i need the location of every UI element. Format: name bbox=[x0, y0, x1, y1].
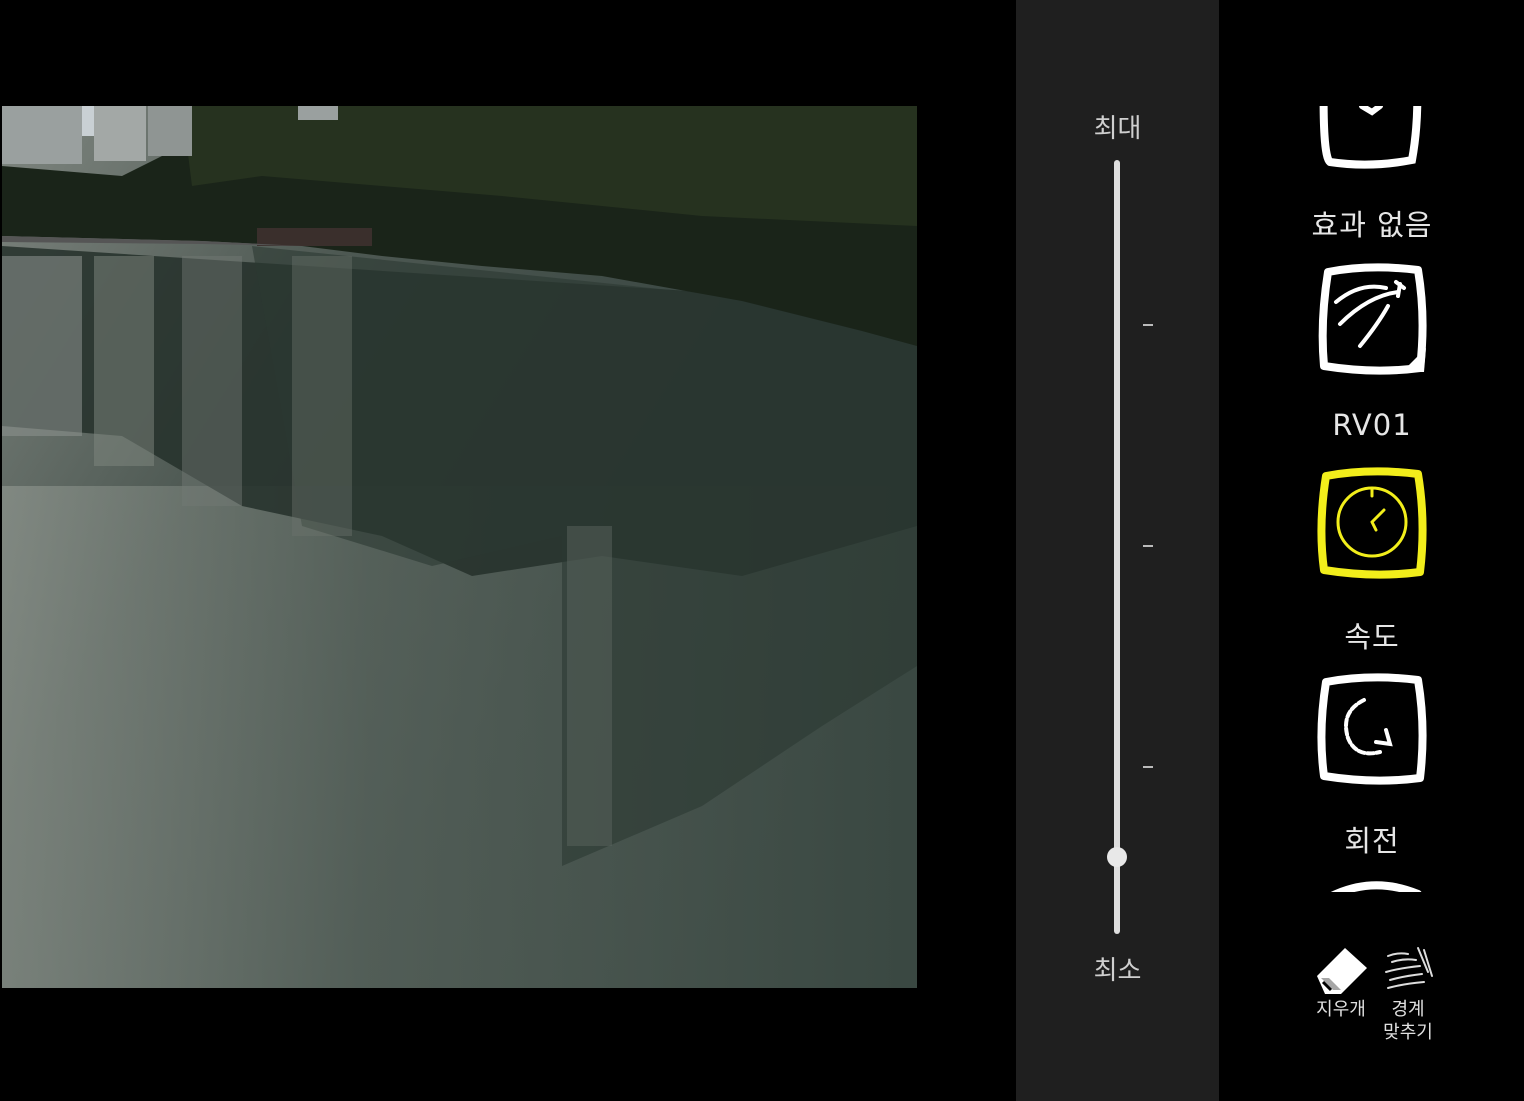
effect-label: 속도 bbox=[1344, 620, 1400, 654]
intensity-slider-panel: 최대 최소 bbox=[1016, 0, 1219, 1101]
effect-label: RV01 bbox=[1332, 408, 1412, 442]
eraser-label: 지우개 bbox=[1316, 999, 1366, 1020]
effects-list[interactable]: 효과 없음 RV01 속도 회전 bbox=[1220, 106, 1524, 892]
effect-label: 회전 bbox=[1344, 824, 1400, 858]
photo-canvas[interactable] bbox=[2, 106, 917, 988]
edge-fit-icon bbox=[1385, 947, 1433, 989]
eraser-icon bbox=[1317, 948, 1367, 994]
intensity-slider-track[interactable] bbox=[1114, 160, 1120, 934]
slider-tick bbox=[1143, 324, 1153, 326]
edge-fit-label-line2: 맞추기 bbox=[1383, 1022, 1433, 1043]
eraser-button[interactable]: 지우개 bbox=[1308, 942, 1374, 1021]
slider-tick bbox=[1143, 766, 1153, 768]
effects-panel: 효과 없음 RV01 속도 회전 지우개 경계 맞추기 bbox=[1220, 0, 1524, 1101]
rotate-icon bbox=[1317, 673, 1427, 785]
slider-max-label: 최대 bbox=[1093, 114, 1142, 144]
motion-photo-editor: 최대 최소 효과 없음 RV01 속도 회전 지우개 경계 맞추기 bbox=[0, 0, 1524, 1101]
speed-icon bbox=[1317, 467, 1427, 579]
effect-thumbnail-icon bbox=[1330, 881, 1422, 892]
rv01-effect-icon bbox=[1318, 263, 1427, 375]
slider-tick bbox=[1143, 545, 1153, 547]
edge-fit-label-line1: 경계 bbox=[1391, 999, 1425, 1020]
intensity-slider-thumb[interactable] bbox=[1107, 846, 1127, 867]
lake-photo bbox=[2, 106, 917, 988]
effect-label: 효과 없음 bbox=[1311, 208, 1433, 242]
slider-min-label: 최소 bbox=[1093, 956, 1142, 986]
no-effect-icon bbox=[1319, 106, 1422, 169]
edge-fit-button[interactable]: 경계 맞추기 bbox=[1372, 942, 1444, 1044]
